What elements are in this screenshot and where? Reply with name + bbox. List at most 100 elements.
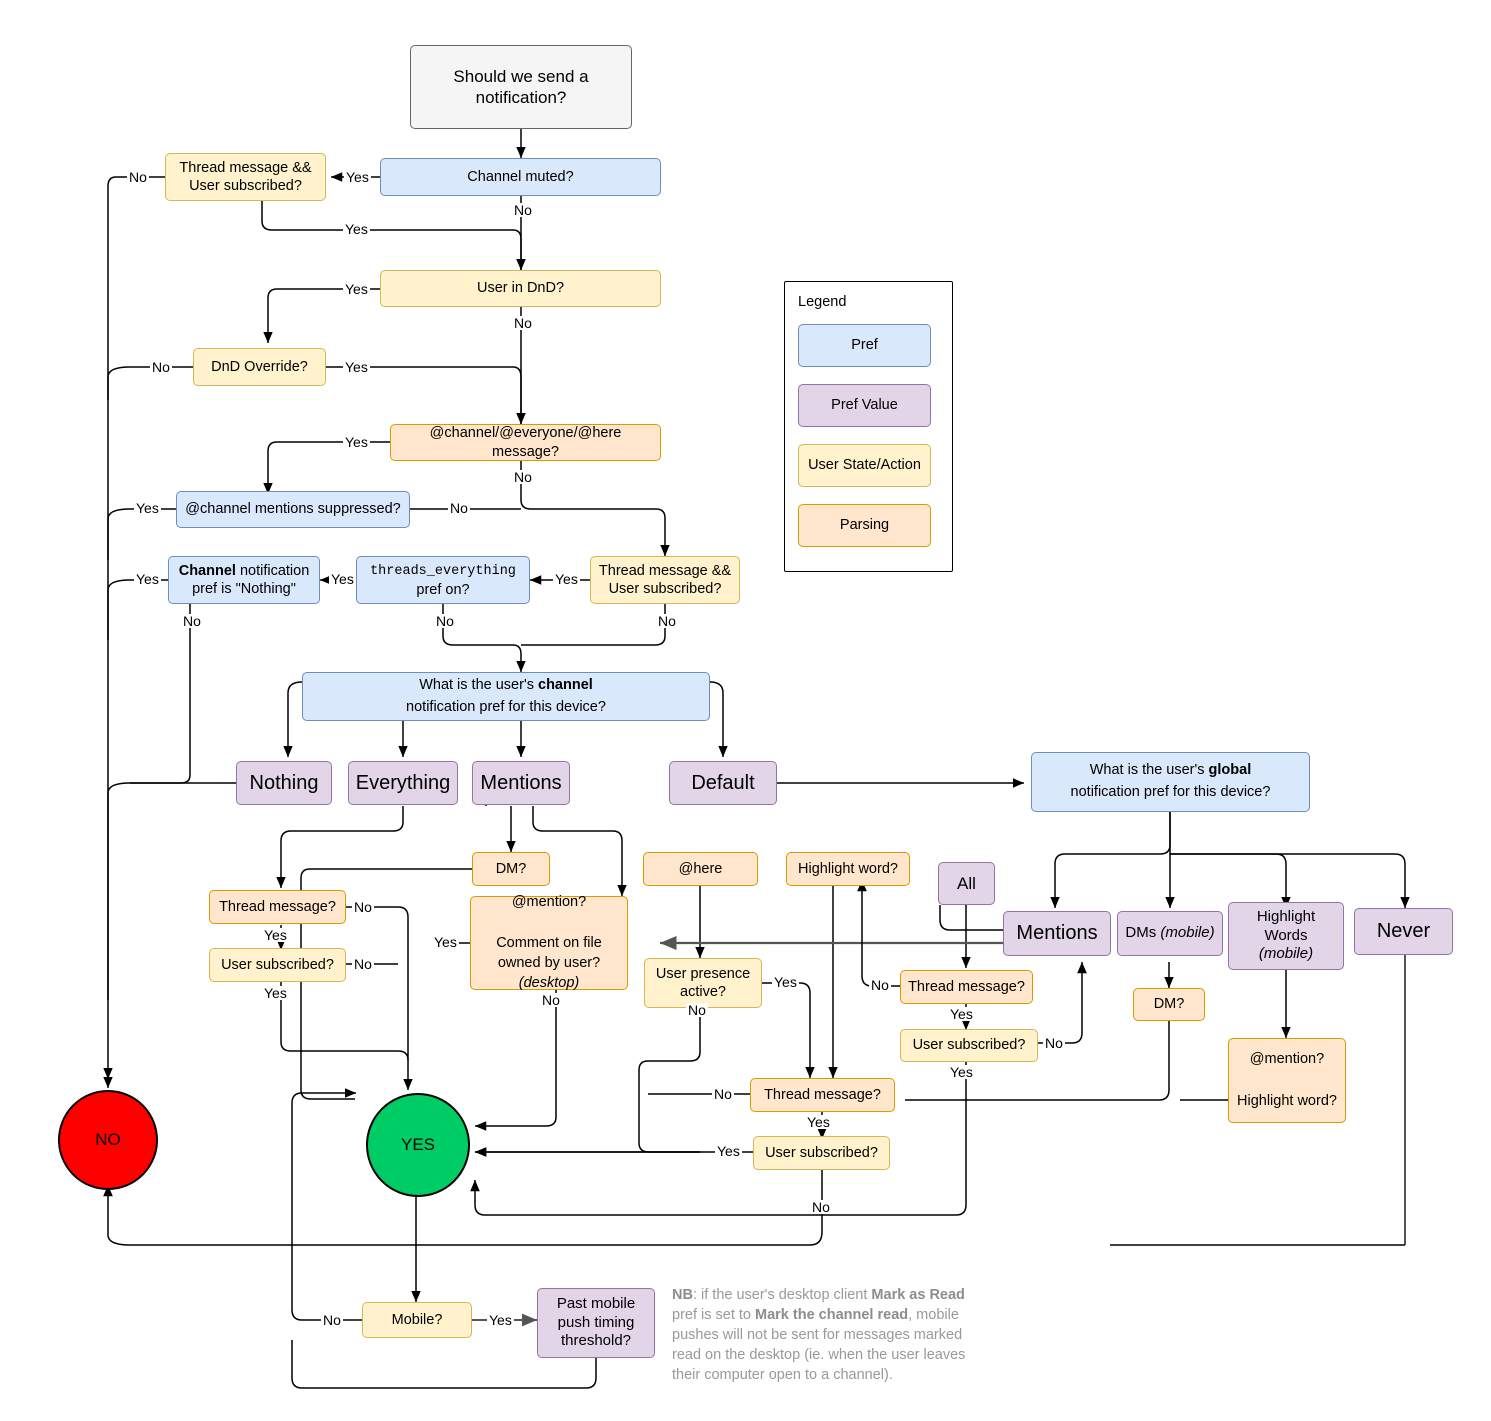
edge-label-no: No — [448, 500, 470, 516]
edge-label-yes: Yes — [134, 500, 161, 516]
node-thread-and-subscribed-1: Thread message && User subscribed? — [165, 153, 326, 201]
footnote: NB: if the user's desktop client Mark as… — [672, 1285, 972, 1385]
edge-label-yes: Yes — [343, 359, 370, 375]
mention-file-line2-a: Comment on file owned by user? — [496, 934, 602, 972]
node-at-channel-message: @channel/@everyone/@here message? — [390, 424, 661, 461]
edge-label-yes: Yes — [134, 571, 161, 587]
edge-label-yes: Yes — [343, 221, 370, 237]
edge-label-yes: Yes — [772, 974, 799, 990]
channel-pref-q-line1-a: What is the user's — [419, 676, 538, 693]
flowchart-canvas: Should we send a notification? Channel m… — [0, 0, 1491, 1421]
edge-label-no: No — [712, 1086, 734, 1102]
node-pref-value-never: Never — [1354, 908, 1453, 955]
channel-pref-nothing-strong: Channel — [178, 562, 236, 579]
node-pref-value-nothing: Nothing — [236, 761, 332, 805]
edge-label-no: No — [352, 899, 374, 915]
edge-label-yes: Yes — [487, 1312, 514, 1328]
node-mention-or-file-comment: @mention? Comment on file owned by user?… — [470, 894, 628, 991]
dms-mobile-qualifier: (mobile) — [1160, 924, 1215, 942]
node-highlight-word-question: Highlight word? — [786, 852, 910, 886]
edge-label-yes: Yes — [948, 1064, 975, 1080]
node-channel-pref-is-nothing: Channel notification pref is "Nothing" — [168, 556, 320, 604]
global-pref-q-line2: notification pref for this device? — [1070, 784, 1271, 800]
past-push-line2: push timing — [557, 1313, 635, 1331]
edge-label-no: No — [512, 315, 534, 331]
edge-label-no: No — [1043, 1035, 1065, 1051]
edge-label-yes: Yes — [262, 927, 289, 943]
thread-sub-2-line1: Thread message && — [598, 562, 732, 579]
edge-label-no: No — [321, 1312, 343, 1328]
mention-highlight-line1: @mention? — [1249, 1050, 1325, 1067]
footnote-part2: pref is set to — [672, 1307, 756, 1323]
edge-label-yes: Yes — [344, 169, 371, 185]
node-pref-value-default: Default — [669, 761, 777, 805]
node-user-presence-active: User presence active? — [644, 958, 762, 1008]
node-channel-muted: Channel muted? — [380, 158, 661, 196]
edge-label-yes: Yes — [262, 985, 289, 1001]
channel-pref-q-line2: notification pref for this device? — [406, 698, 606, 715]
past-push-line1: Past mobile — [556, 1294, 636, 1312]
thread-sub-1-line2: User subscribed? — [189, 178, 302, 194]
footnote-prefix: NB — [672, 1287, 693, 1303]
edge-label-yes: Yes — [948, 1006, 975, 1022]
mention-highlight-line2: Highlight word? — [1237, 1093, 1337, 1109]
legend-swatch-pref-value: Pref Value — [798, 384, 931, 427]
node-pref-value-everything: Everything — [348, 761, 458, 805]
edge-label-no: No — [512, 469, 534, 485]
edge-label-no: No — [540, 992, 562, 1008]
node-pref-value-global-mentions: Mentions — [1003, 911, 1111, 956]
node-thread-message-right: Thread message? — [900, 970, 1033, 1004]
connector-lines — [103, 129, 1410, 1389]
node-mobile-question: Mobile? — [362, 1302, 472, 1338]
threads-everything-mono: threads_everything — [370, 564, 516, 579]
node-user-in-dnd: User in DnD? — [380, 270, 661, 307]
terminal-no: NO — [58, 1090, 158, 1190]
edge-label-no: No — [810, 1199, 832, 1215]
dms-mobile-label: DMs — [1125, 924, 1161, 942]
node-pref-value-all: All — [938, 862, 995, 905]
edge-label-no: No — [512, 202, 534, 218]
footnote-part1: : if the user's desktop client — [692, 1287, 872, 1303]
node-at-here: @here — [643, 852, 758, 886]
thread-sub-2-line2: User subscribed? — [608, 581, 722, 597]
node-dnd-override: DnD Override? — [193, 348, 326, 386]
edge-label-yes: Yes — [553, 571, 580, 587]
node-pref-value-mentions: Mentions — [472, 761, 570, 805]
footnote-bold2: Mark the channel read — [755, 1307, 909, 1323]
edge-label-yes: Yes — [343, 281, 370, 297]
edge-label-yes: Yes — [329, 571, 356, 587]
node-threads-everything-pref: threads_everything pref on? — [356, 556, 530, 604]
node-thread-message-bottom: Thread message? — [750, 1078, 895, 1112]
thread-sub-1-line1: Thread message && — [179, 159, 312, 176]
node-pref-value-highlight-words-mobile: Highlight Words (mobile) — [1228, 902, 1344, 970]
edge-label-yes: Yes — [432, 934, 459, 950]
node-mention-or-highlight: @mention? Highlight word? — [1228, 1038, 1346, 1123]
node-start: Should we send a notification? — [410, 45, 632, 129]
edge-label-no: No — [434, 613, 456, 629]
user-presence-line2: active? — [680, 984, 726, 1000]
edge-label-yes: Yes — [343, 434, 370, 450]
mention-file-line1: @mention? — [511, 894, 587, 911]
legend-swatch-pref: Pref — [798, 324, 931, 367]
footnote-bold1: Mark as Read — [871, 1287, 965, 1303]
node-dm-question: DM? — [472, 852, 550, 886]
edge-label-no: No — [869, 977, 891, 993]
terminal-yes: YES — [366, 1093, 470, 1197]
node-pref-value-dms-mobile: DMs (mobile) — [1117, 911, 1223, 956]
edge-label-yes: Yes — [715, 1143, 742, 1159]
edge-label-no: No — [181, 613, 203, 629]
highlight-words-label: Highlight Words — [1256, 907, 1316, 944]
node-global-pref-question: What is the user's global notification p… — [1031, 752, 1310, 812]
highlight-words-qualifier: (mobile) — [1258, 945, 1314, 963]
threads-everything-rest: pref on? — [416, 581, 470, 598]
edge-label-no: No — [150, 359, 172, 375]
edge-label-no: No — [352, 956, 374, 972]
node-user-subscribed-bottom: User subscribed? — [753, 1136, 890, 1170]
node-dm-question-2: DM? — [1133, 988, 1205, 1021]
legend-title: Legend — [798, 294, 847, 310]
node-thread-and-subscribed-2: Thread message && User subscribed? — [590, 556, 740, 604]
past-push-line3: threshold? — [560, 1332, 632, 1350]
node-channel-pref-question: What is the user's channel notification … — [302, 672, 710, 721]
node-thread-message-left: Thread message? — [209, 890, 346, 924]
edge-label-no: No — [686, 1002, 708, 1018]
